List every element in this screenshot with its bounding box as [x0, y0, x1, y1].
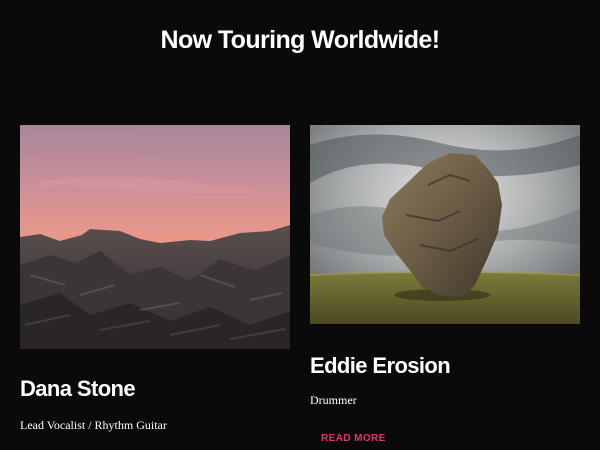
member-card-dana-stone: Dana Stone Lead Vocalist / Rhythm Guitar — [20, 125, 290, 432]
read-more-link[interactable]: READ MORE — [321, 433, 386, 444]
member-photo-standing-boulder — [310, 125, 580, 324]
member-card-eddie-erosion: Eddie Erosion Drummer READ MORE — [310, 125, 580, 444]
member-role: Lead Vocalist / Rhythm Guitar — [20, 418, 167, 432]
member-photo-sunset-rocks — [20, 125, 290, 349]
member-name: Dana Stone — [20, 376, 136, 401]
band-members-section: Now Touring Worldwide! Dana Stone Lead V… — [0, 0, 600, 450]
member-name: Eddie Erosion — [310, 353, 451, 378]
section-title: Now Touring Worldwide! — [160, 26, 440, 54]
member-role: Drummer — [310, 393, 357, 407]
